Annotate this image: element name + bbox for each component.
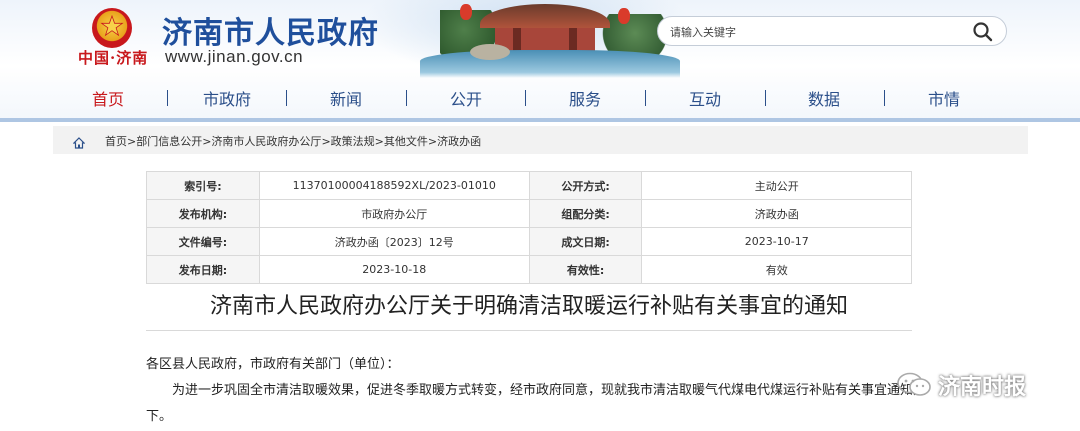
header-divider — [0, 118, 1080, 122]
site-url: www.jinan.gov.cn — [165, 47, 304, 66]
table-row: 发布日期: 2023-10-18 有效性: 有效 — [146, 255, 912, 284]
meta-value: 11370100004188592XL/2023-01010 — [258, 171, 530, 200]
nav-divider — [286, 90, 287, 106]
meta-key: 发布机构: — [146, 199, 260, 228]
breadcrumb-item-dept-info[interactable]: 部门信息公开 — [136, 135, 202, 148]
meta-key: 索引号: — [146, 171, 260, 200]
home-icon[interactable] — [72, 134, 86, 153]
nav-item-government[interactable]: 市政府 — [203, 86, 251, 110]
nav-item-interaction[interactable]: 互动 — [689, 86, 721, 110]
nav-item-open[interactable]: 公开 — [450, 86, 482, 110]
nav-item-city-info[interactable]: 市情 — [928, 86, 960, 110]
nav-item-data[interactable]: 数据 — [808, 86, 840, 110]
search-input[interactable] — [670, 22, 960, 42]
nav-divider — [406, 90, 407, 106]
document-body-line: 为进一步巩固全市清洁取暖效果，促进冬季取暖方式转变，经市政府同意，现就我市清洁取… — [172, 383, 927, 398]
wechat-icon — [896, 372, 932, 402]
meta-value: 2023-10-17 — [641, 227, 912, 256]
search-box — [657, 16, 1007, 46]
meta-value: 济政办函〔2023〕12号 — [258, 227, 530, 256]
nav-divider — [884, 90, 885, 106]
watermark: 济南时报 — [896, 369, 1076, 402]
meta-value: 主动公开 — [641, 171, 912, 200]
meta-key: 发布日期: — [146, 255, 260, 284]
document-salutation: 各区县人民政府，市政府有关部门（单位）： — [146, 357, 400, 372]
meta-value: 2023-10-18 — [258, 255, 530, 284]
breadcrumb-separator: > — [427, 135, 438, 148]
meta-key: 公开方式: — [528, 171, 643, 200]
nav-divider — [645, 90, 646, 106]
nav-divider — [765, 90, 766, 106]
breadcrumb-item-policy[interactable]: 政策法规 — [331, 135, 375, 148]
nav-item-home[interactable]: 首页 — [92, 86, 124, 110]
nav-item-service[interactable]: 服务 — [569, 86, 601, 110]
meta-key: 文件编号: — [146, 227, 260, 256]
breadcrumb: 首页>部门信息公开>济南市人民政府办公厅>政策法规>其他文件>济政办函 — [105, 133, 481, 149]
breadcrumb-item-office[interactable]: 济南市人民政府办公厅 — [211, 135, 321, 148]
meta-value: 济政办函 — [641, 199, 912, 228]
search-icon[interactable] — [972, 21, 994, 43]
nav-item-news[interactable]: 新闻 — [330, 86, 362, 110]
nav-divider — [525, 90, 526, 106]
breadcrumb-separator: > — [374, 135, 384, 148]
national-emblem-icon — [92, 8, 132, 48]
breadcrumb-item-current[interactable]: 济政办函 — [437, 135, 481, 148]
table-row: 索引号: 11370100004188592XL/2023-01010 公开方式… — [146, 171, 912, 200]
meta-key: 有效性: — [528, 255, 643, 284]
brand-mark: 中国·济南 — [78, 49, 149, 67]
document-meta-table: 索引号: 11370100004188592XL/2023-01010 公开方式… — [146, 171, 912, 284]
breadcrumb-separator: > — [127, 135, 137, 148]
main-nav: 首页 市政府 新闻 公开 服务 互动 数据 市情 — [0, 84, 1080, 112]
meta-value: 市政府办公厅 — [258, 199, 530, 228]
nav-divider — [167, 90, 168, 106]
table-row: 文件编号: 济政办函〔2023〕12号 成文日期: 2023-10-17 — [146, 227, 912, 256]
document-body-line: 下。 — [146, 409, 173, 424]
document-title: 济南市人民政府办公厅关于明确清洁取暖运行补贴有关事宜的通知 — [146, 283, 912, 331]
breadcrumb-item-home[interactable]: 首页 — [105, 135, 127, 148]
watermark-text: 济南时报 — [938, 375, 1027, 400]
site-title[interactable]: 济南市人民政府 — [162, 8, 379, 52]
table-row: 发布机构: 市政府办公厅 组配分类: 济政办函 — [146, 199, 912, 228]
breadcrumb-item-other-docs[interactable]: 其他文件 — [384, 135, 428, 148]
meta-key: 组配分类: — [528, 199, 643, 228]
breadcrumb-bar: 首页>部门信息公开>济南市人民政府办公厅>政策法规>其他文件>济政办函 — [53, 126, 1028, 154]
breadcrumb-separator: > — [321, 135, 331, 148]
header-banner-image — [360, 0, 690, 78]
meta-key: 成文日期: — [528, 227, 643, 256]
site-header: 中国·济南 济南市人民政府 www.jinan.gov.cn 首页 市政府 新闻… — [0, 0, 1080, 120]
meta-value: 有效 — [641, 255, 912, 284]
